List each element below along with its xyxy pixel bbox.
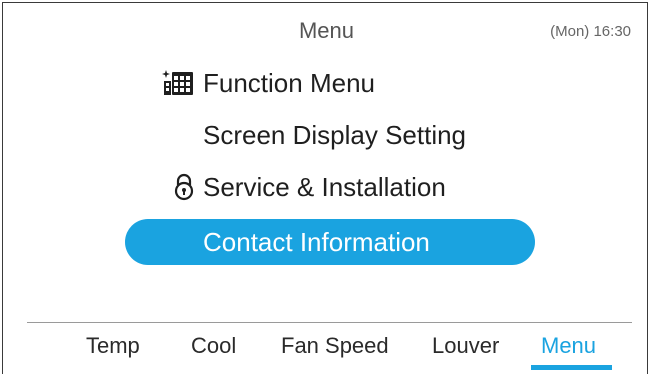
menu-item-label: Function Menu — [203, 67, 375, 98]
clock-display: (Mon) 16:30 — [550, 23, 631, 40]
active-tab-indicator — [531, 365, 612, 370]
padlock-icon — [125, 164, 199, 210]
menu-item-label: Service & Installation — [203, 171, 446, 202]
tab-menu[interactable]: Menu — [541, 333, 596, 359]
menu-item-screen-display-setting[interactable]: Screen Display Setting — [125, 112, 535, 158]
tab-cool[interactable]: Cool — [191, 333, 236, 359]
menu-item-label: Contact Information — [203, 226, 430, 257]
menu-item-label: Screen Display Setting — [203, 119, 467, 150]
tab-bar-divider — [27, 322, 632, 323]
menu-item-service-installation[interactable]: Service & Installation — [125, 164, 535, 210]
tab-temp[interactable]: Temp — [86, 333, 140, 359]
menu-item-contact-information[interactable]: Contact Information — [125, 219, 535, 265]
tab-fan-speed[interactable]: Fan Speed — [281, 333, 389, 359]
calendar-grid-icon — [125, 60, 199, 106]
tab-louver[interactable]: Louver — [432, 333, 499, 359]
menu-item-function-menu[interactable]: Function Menu — [125, 60, 535, 106]
